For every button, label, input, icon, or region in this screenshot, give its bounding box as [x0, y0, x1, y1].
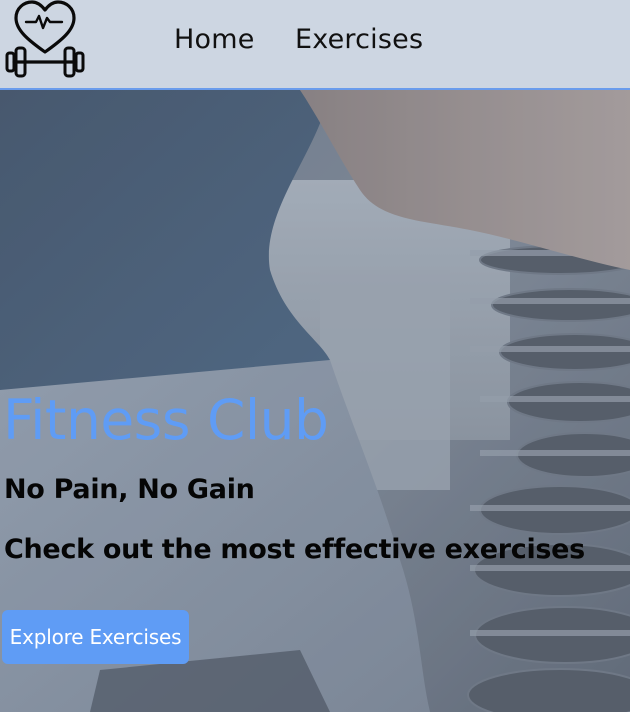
nav-link-home[interactable]: Home [174, 24, 255, 55]
navbar: Home Exercises [0, 0, 630, 90]
nav-link-exercises[interactable]: Exercises [295, 24, 423, 55]
hero-title: Fitness Club [3, 388, 329, 452]
hero-subtitle: Check out the most effective exercises [4, 534, 585, 565]
heart-dumbbell-logo-icon[interactable] [4, 0, 86, 82]
hero-slogan: No Pain, No Gain [4, 474, 255, 505]
hero-section: Fitness Club No Pain, No Gain Check out … [0, 90, 630, 712]
explore-exercises-button[interactable]: Explore Exercises [2, 610, 189, 664]
